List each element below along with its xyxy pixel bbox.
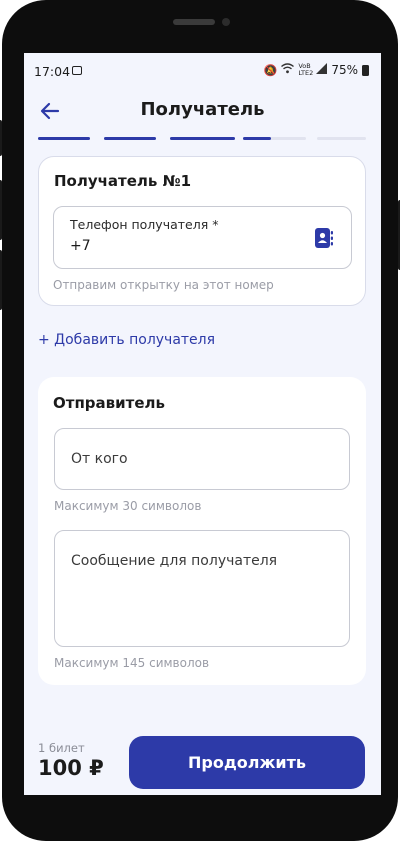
phone-field-label: Телефон получателя * — [70, 217, 219, 232]
header: Получатель — [24, 91, 381, 131]
volume-down-button — [0, 250, 2, 310]
total-price: 100 ₽ — [38, 756, 104, 780]
phone-frame: 17:04 🔕 VoB LTE2 75% Получатель Получате… — [0, 0, 400, 841]
message-placeholder: Сообщение для получателя — [71, 553, 278, 569]
volume-up-button — [0, 180, 2, 240]
progress-step-fill — [243, 137, 272, 140]
contacts-book-icon[interactable] — [315, 228, 333, 248]
ticket-count: 1 билет — [38, 741, 85, 755]
from-helper-text: Максимум 30 символов — [54, 499, 202, 513]
bottom-bar: 1 билет 100 ₽ Продолжить — [24, 725, 381, 795]
progress-step-fill — [38, 137, 90, 140]
signal-icon — [316, 63, 328, 77]
progress-step-fill — [170, 137, 235, 140]
add-recipient-link[interactable]: + Добавить получателя — [38, 332, 215, 348]
battery-percent: 75% — [331, 63, 358, 77]
step-progress — [38, 137, 366, 140]
status-time: 17:04 — [34, 64, 71, 79]
phone-field-value[interactable]: +7 — [70, 238, 91, 254]
message-textarea[interactable]: Сообщение для получателя — [54, 530, 350, 647]
wifi-icon — [281, 63, 295, 77]
progress-step — [38, 137, 90, 140]
phone-helper-text: Отправим открытку на этот номер — [53, 278, 274, 292]
sender-card: Отправитель От кого Максимум 30 символов… — [38, 377, 366, 685]
front-camera — [222, 18, 230, 26]
status-bar: 17:04 🔕 VoB LTE2 75% — [24, 53, 381, 91]
message-helper-text: Максимум 145 символов — [54, 656, 210, 670]
network-label: VoB LTE2 — [298, 62, 314, 77]
page-title: Получатель — [140, 99, 265, 120]
progress-step — [317, 137, 366, 140]
continue-button[interactable]: Продолжить — [129, 736, 365, 789]
progress-step — [104, 137, 156, 140]
recipient-card: Получатель №1 Телефон получателя * +7 От… — [38, 156, 366, 306]
from-placeholder: От кого — [71, 451, 128, 467]
recipient-title: Получатель №1 — [54, 172, 192, 190]
mute-icon: 🔕 — [263, 63, 278, 77]
side-button — [0, 120, 2, 156]
sender-title: Отправитель — [53, 394, 166, 412]
progress-step-fill — [104, 137, 156, 140]
recipient-phone-field[interactable]: Телефон получателя * +7 — [53, 206, 352, 269]
battery-icon — [362, 64, 369, 76]
speaker-grille — [173, 19, 215, 25]
progress-step — [243, 137, 306, 140]
progress-step — [170, 137, 235, 140]
gallery-icon — [72, 66, 82, 75]
app-screen: 17:04 🔕 VoB LTE2 75% Получатель Получате… — [24, 53, 381, 795]
status-icons: 🔕 VoB LTE2 75% — [264, 63, 369, 77]
from-input[interactable]: От кого — [54, 428, 350, 490]
